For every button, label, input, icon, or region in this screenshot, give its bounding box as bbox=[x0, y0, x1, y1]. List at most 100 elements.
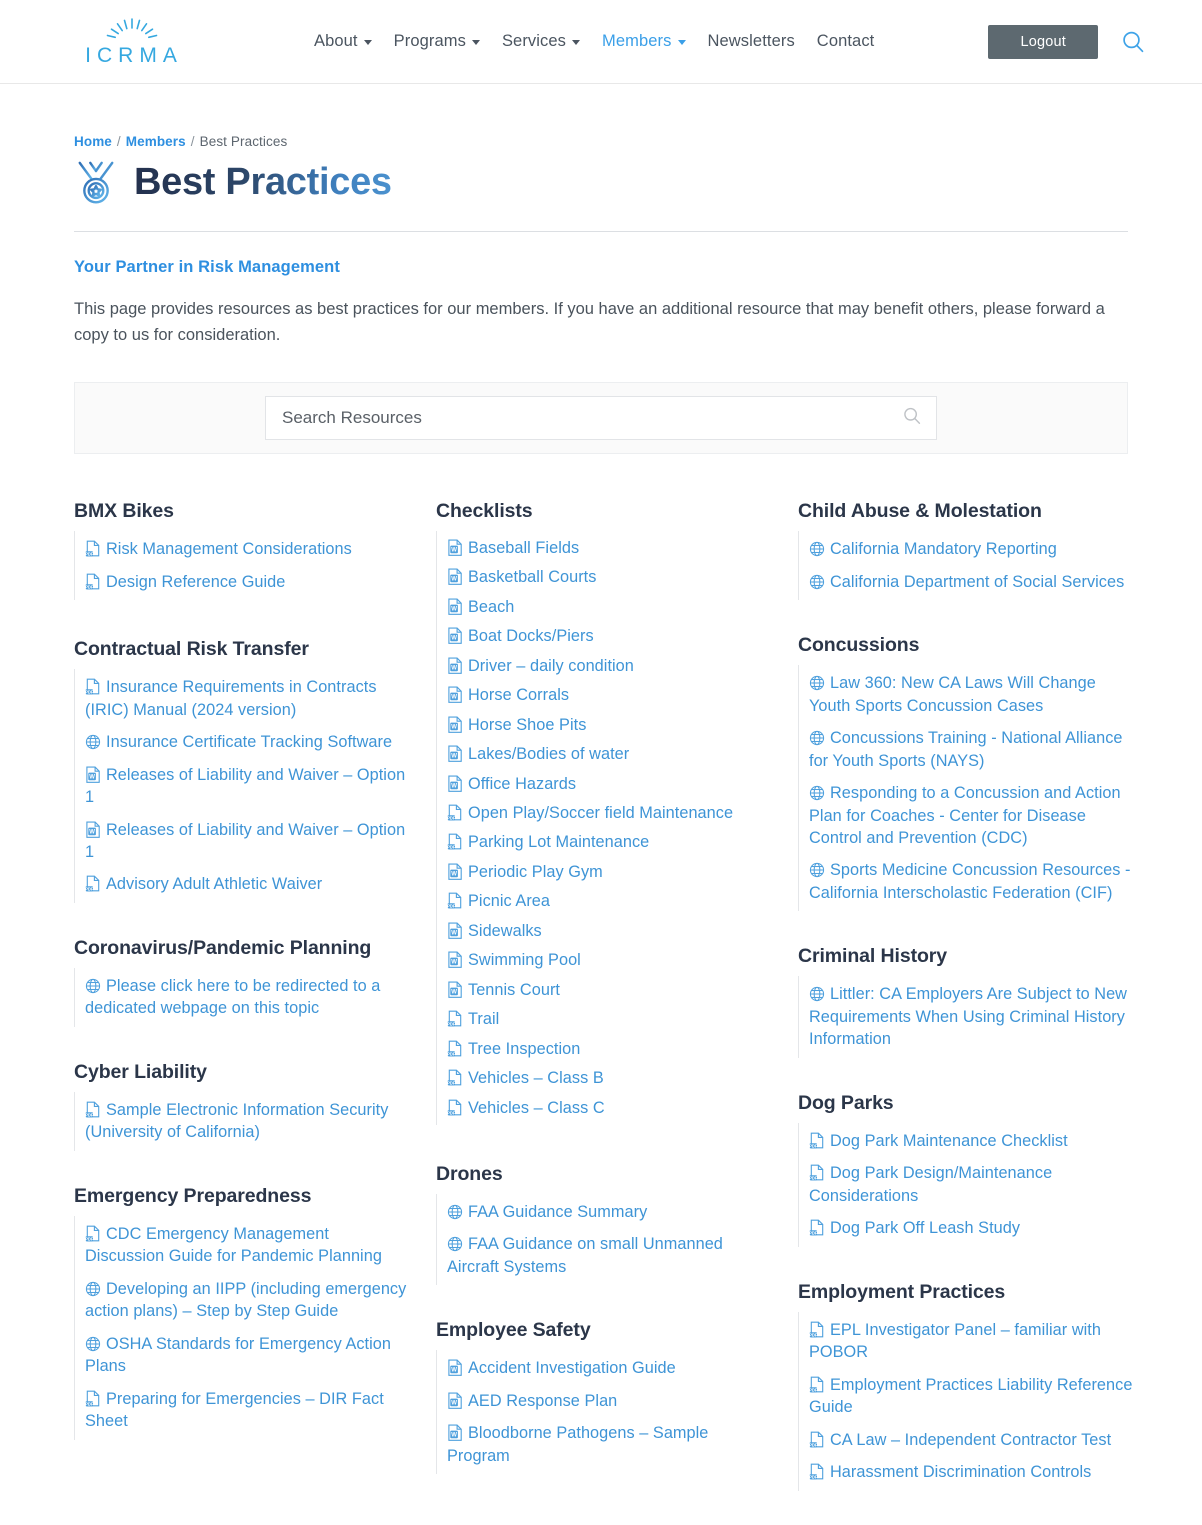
resource-link[interactable]: W Sidewalks bbox=[437, 916, 774, 945]
resource-link[interactable]: Concussions Training - National Alliance… bbox=[799, 722, 1136, 777]
word-icon: W bbox=[447, 657, 463, 674]
resource-link[interactable]: PDF Design Reference Guide bbox=[75, 566, 412, 598]
resource-link[interactable]: PDF Preparing for Emergencies – DIR Fact … bbox=[75, 1383, 412, 1438]
pdf-icon: PDF bbox=[809, 1132, 825, 1149]
resource-link[interactable]: W Swimming Pool bbox=[437, 946, 774, 975]
resource-link[interactable]: W Accident Investigation Guide bbox=[437, 1352, 774, 1384]
nav-label: About bbox=[314, 32, 358, 50]
page-title: Best Practices bbox=[134, 160, 392, 203]
search-icon[interactable] bbox=[902, 406, 922, 431]
resource-link[interactable]: PDF CDC Emergency Management Discussion G… bbox=[75, 1218, 412, 1273]
svg-text:PDF: PDF bbox=[85, 1236, 94, 1241]
resource-link[interactable]: PDF Dog Park Off Leash Study bbox=[799, 1212, 1136, 1244]
resource-link[interactable]: W AED Response Plan bbox=[437, 1385, 774, 1417]
resource-link[interactable]: Littler: CA Employers Are Subject to New… bbox=[799, 978, 1136, 1055]
resource-link[interactable]: PDF Trail bbox=[437, 1005, 774, 1034]
nav-item-newsletters[interactable]: Newsletters bbox=[708, 32, 795, 51]
resource-link[interactable]: W Office Hazards bbox=[437, 769, 774, 798]
resource-link-label: California Department of Social Services bbox=[830, 572, 1125, 591]
breadcrumb-current: Best Practices bbox=[199, 134, 288, 149]
resource-link[interactable]: California Department of Social Services bbox=[799, 566, 1136, 598]
resource-link-label: Sample Electronic Information Security (… bbox=[85, 1100, 389, 1142]
resource-link[interactable]: PDF Employment Practices Liability Refere… bbox=[799, 1369, 1136, 1424]
nav-label: Contact bbox=[816, 32, 875, 50]
breadcrumb-members[interactable]: Members bbox=[126, 134, 186, 149]
breadcrumb-separator: / bbox=[116, 134, 121, 149]
resource-group-title: Employee Safety bbox=[436, 1319, 591, 1342]
resource-link[interactable]: W Periodic Play Gym bbox=[437, 857, 774, 886]
brand-logo[interactable]: ICRMA bbox=[76, 17, 188, 66]
resource-link[interactable]: W Releases of Liability and Waiver – Opti… bbox=[75, 814, 412, 869]
svg-text:PDF: PDF bbox=[447, 1081, 456, 1086]
pdf-icon: PDF bbox=[447, 1069, 463, 1086]
resource-link[interactable]: Insurance Certificate Tracking Software bbox=[75, 726, 412, 758]
resource-link[interactable]: PDF EPL Investigator Panel – familiar wit… bbox=[799, 1314, 1136, 1369]
resource-link[interactable]: PDF Open Play/Soccer field Maintenance bbox=[437, 798, 774, 827]
resource-column-3: Child Abuse & Molestation California Mand… bbox=[798, 500, 1160, 1525]
resource-link[interactable]: W Horse Shoe Pits bbox=[437, 710, 774, 739]
resource-link[interactable]: Developing an IIPP (including emergency … bbox=[75, 1273, 412, 1328]
resource-group-title: Concussions bbox=[798, 634, 920, 657]
resource-link[interactable]: W Beach bbox=[437, 592, 774, 621]
svg-text:PDF: PDF bbox=[85, 552, 94, 557]
resource-link[interactable]: PDF Risk Management Considerations bbox=[75, 533, 412, 565]
resource-link[interactable]: Law 360: New CA Laws Will Change Youth S… bbox=[799, 667, 1136, 722]
search-input[interactable] bbox=[280, 407, 902, 430]
nav-item-programs[interactable]: Programs bbox=[394, 32, 480, 51]
svg-text:PDF: PDF bbox=[447, 1022, 456, 1027]
resource-link[interactable]: PDF Picnic Area bbox=[437, 887, 774, 916]
resource-link[interactable]: W Boat Docks/Piers bbox=[437, 622, 774, 651]
resource-group-title: Child Abuse & Molestation bbox=[798, 500, 1042, 523]
resource-link[interactable]: PDF CA Law – Independent Contractor Test bbox=[799, 1424, 1136, 1456]
resource-link[interactable]: W Horse Corrals bbox=[437, 681, 774, 710]
resource-link[interactable]: Please click here to be redirected to a … bbox=[75, 970, 412, 1025]
search-icon[interactable] bbox=[1120, 29, 1146, 55]
resource-link[interactable]: W Lakes/Bodies of water bbox=[437, 740, 774, 769]
resource-link[interactable]: W Driver – daily condition bbox=[437, 651, 774, 680]
resource-link[interactable]: PDF Dog Park Design/Maintenance Considera… bbox=[799, 1157, 1136, 1212]
nav-item-services[interactable]: Services bbox=[502, 32, 581, 51]
sunburst-icon bbox=[106, 18, 158, 39]
resource-link[interactable]: W Basketball Courts bbox=[437, 563, 774, 592]
resource-link[interactable]: W Bloodborne Pathogens – Sample Program bbox=[437, 1417, 774, 1472]
site-header: ICRMA About Programs Services Members Ne… bbox=[0, 0, 1202, 84]
breadcrumb: Home / Members / Best Practices bbox=[74, 134, 1128, 149]
resource-link-label: Swimming Pool bbox=[468, 951, 581, 970]
resource-link-list: Law 360: New CA Laws Will Change Youth S… bbox=[798, 665, 1136, 912]
resource-link[interactable]: PDF Advisory Adult Athletic Waiver bbox=[75, 868, 412, 900]
search-box[interactable] bbox=[265, 396, 937, 441]
resource-link-label: FAA Guidance Summary bbox=[468, 1202, 648, 1221]
resource-link[interactable]: Sports Medicine Concussion Resources - C… bbox=[799, 854, 1136, 909]
svg-text:PDF: PDF bbox=[447, 815, 456, 820]
resource-link[interactable]: Responding to a Concussion and Action Pl… bbox=[799, 777, 1136, 854]
resource-link[interactable]: PDF Insurance Requirements in Contracts (… bbox=[75, 671, 412, 726]
resource-link[interactable]: PDF Vehicles – Class B bbox=[437, 1064, 774, 1093]
resource-link[interactable]: PDF Harassment Discrimination Controls bbox=[799, 1456, 1136, 1488]
resource-link[interactable]: PDF Parking Lot Maintenance bbox=[437, 828, 774, 857]
resource-link[interactable]: PDF Sample Electronic Information Securit… bbox=[75, 1094, 412, 1149]
page-tagline: Your Partner in Risk Management bbox=[74, 258, 340, 276]
globe-icon bbox=[447, 1236, 463, 1253]
resource-link[interactable]: PDF Vehicles – Class C bbox=[437, 1093, 774, 1122]
resource-link-label: Advisory Adult Athletic Waiver bbox=[106, 875, 323, 894]
resource-link[interactable]: W Tennis Court bbox=[437, 975, 774, 1004]
resource-link[interactable]: FAA Guidance Summary bbox=[437, 1196, 774, 1228]
pdf-icon: PDF bbox=[809, 1219, 825, 1236]
resource-link[interactable]: California Mandatory Reporting bbox=[799, 533, 1136, 565]
resource-group-title: Employment Practices bbox=[798, 1280, 1006, 1303]
resource-link[interactable]: PDF Dog Park Maintenance Checklist bbox=[799, 1125, 1136, 1157]
nav-item-about[interactable]: About bbox=[314, 32, 372, 51]
resource-group: Contractual Risk Transfer PDF Insurance Re… bbox=[74, 638, 412, 903]
resource-link[interactable]: FAA Guidance on small Unmanned Aircraft … bbox=[437, 1228, 774, 1283]
resource-link-label: Preparing for Emergencies – DIR Fact She… bbox=[85, 1389, 384, 1431]
svg-text:PDF: PDF bbox=[447, 904, 456, 909]
resource-link[interactable]: W Releases of Liability and Waiver – Opti… bbox=[75, 759, 412, 814]
logout-button[interactable]: Logout bbox=[988, 24, 1098, 59]
resource-link[interactable]: OSHA Standards for Emergency Action Plan… bbox=[75, 1328, 412, 1383]
svg-text:PDF: PDF bbox=[809, 1332, 818, 1337]
nav-item-contact[interactable]: Contact bbox=[817, 32, 875, 51]
resource-link[interactable]: PDF Tree Inspection bbox=[437, 1034, 774, 1063]
resource-link[interactable]: W Baseball Fields bbox=[437, 533, 774, 562]
nav-item-members[interactable]: Members bbox=[602, 32, 686, 51]
breadcrumb-home[interactable]: Home bbox=[74, 134, 112, 149]
